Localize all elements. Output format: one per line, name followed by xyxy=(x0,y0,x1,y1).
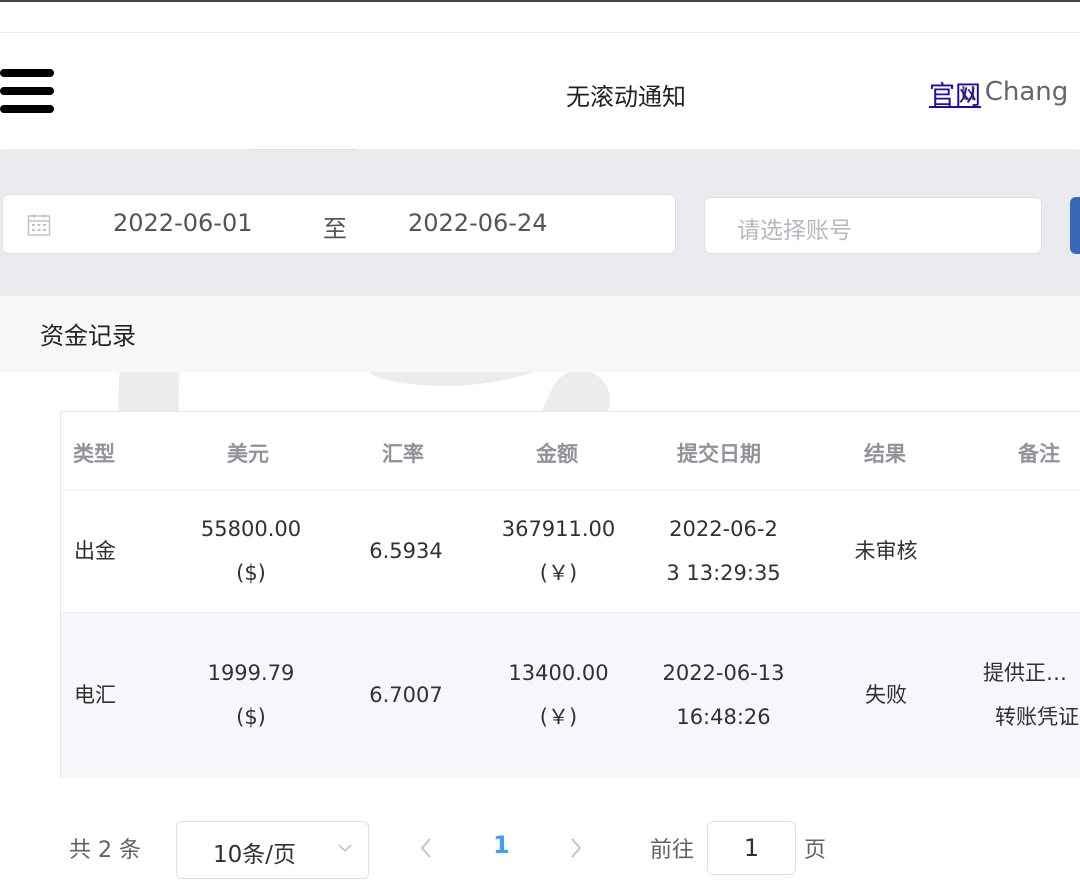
cell-time: 3 13:29:35 xyxy=(666,561,781,585)
goto-unit: 页 xyxy=(804,838,827,863)
cell-usd-unit: ($) xyxy=(236,705,266,729)
calendar-icon xyxy=(27,214,51,236)
goto-label: 前往 xyxy=(650,838,695,863)
app-header: 无滚动通知 u Chang 官网 xyxy=(0,33,1080,149)
cell-time: 16:48:26 xyxy=(676,705,771,729)
date-separator: 至 xyxy=(323,215,347,243)
cell-amount-unit: (￥) xyxy=(539,705,578,729)
next-page-icon[interactable] xyxy=(562,832,590,864)
pagination-total: 共 2 条 xyxy=(69,838,141,863)
cell-amount-unit: (￥) xyxy=(539,561,578,585)
table-row[interactable]: 出金 55800.00 ($) 6.5934 367911.00 (￥) 202… xyxy=(61,491,1080,613)
cell-type: 出金 xyxy=(74,539,116,563)
cell-rate: 6.5934 xyxy=(369,539,443,563)
cell-result: 失败 xyxy=(865,683,907,707)
column-header-usd: 美元 xyxy=(227,442,269,466)
column-header-result: 结果 xyxy=(864,442,906,466)
top-strip xyxy=(0,2,1080,33)
menu-icon[interactable] xyxy=(0,69,55,115)
table-header: 类型 美元 汇率 金额 提交日期 结果 备注 xyxy=(61,412,1080,491)
account-select[interactable]: 请选择账号 xyxy=(704,197,1042,254)
cell-rate: 6.7007 xyxy=(369,683,443,707)
cell-usd: 55800.00 xyxy=(200,517,302,541)
chevron-down-icon xyxy=(338,844,352,853)
start-date[interactable]: 2022-06-01 xyxy=(113,209,252,237)
table-row[interactable]: 电汇 1999.79 ($) 6.7007 13400.00 (￥) 2022-… xyxy=(61,613,1080,778)
scroll-notice: 无滚动通知 xyxy=(566,83,686,111)
date-range-picker[interactable]: 2022-06-01 至 2022-06-24 xyxy=(2,194,676,254)
account-placeholder: 请选择账号 xyxy=(737,218,852,244)
column-header-type: 类型 xyxy=(73,442,115,466)
prev-page-icon[interactable] xyxy=(412,832,440,864)
goto-page-input[interactable] xyxy=(707,821,796,875)
cell-date: 2022-06-2 xyxy=(669,517,778,541)
cell-remark-line2: 转账凭证 xyxy=(995,705,1079,729)
column-header-rate: 汇率 xyxy=(382,442,424,466)
column-header-amount: 金额 xyxy=(536,442,578,466)
cell-result: 未审核 xyxy=(854,539,918,563)
end-date[interactable]: 2022-06-24 xyxy=(408,209,547,237)
cell-amount: 367911.00 xyxy=(501,517,616,541)
cell-amount: 13400.00 xyxy=(508,661,609,685)
funds-table: 类型 美元 汇率 金额 提交日期 结果 备注 出金 55800.00 ($) 6… xyxy=(60,411,1080,778)
page-number-current[interactable]: 1 xyxy=(493,831,510,859)
cell-usd-unit: ($) xyxy=(236,561,266,585)
page-size-value: 10条/页 xyxy=(213,842,297,868)
card-header: 资金记录 xyxy=(0,296,1080,372)
cell-date: 2022-06-13 xyxy=(662,661,785,685)
query-button[interactable] xyxy=(1070,197,1080,254)
column-header-submit-date: 提交日期 xyxy=(677,442,761,466)
page-size-select[interactable]: 10条/页 xyxy=(176,821,369,879)
card-title: 资金记录 xyxy=(40,322,136,350)
cell-usd: 1999.79 xyxy=(207,661,295,685)
official-site-link[interactable]: 官网 xyxy=(929,75,981,112)
cell-remark: 提供正… xyxy=(983,661,1067,685)
column-header-remark: 备注 xyxy=(1018,442,1060,466)
cell-type: 电汇 xyxy=(74,683,116,707)
